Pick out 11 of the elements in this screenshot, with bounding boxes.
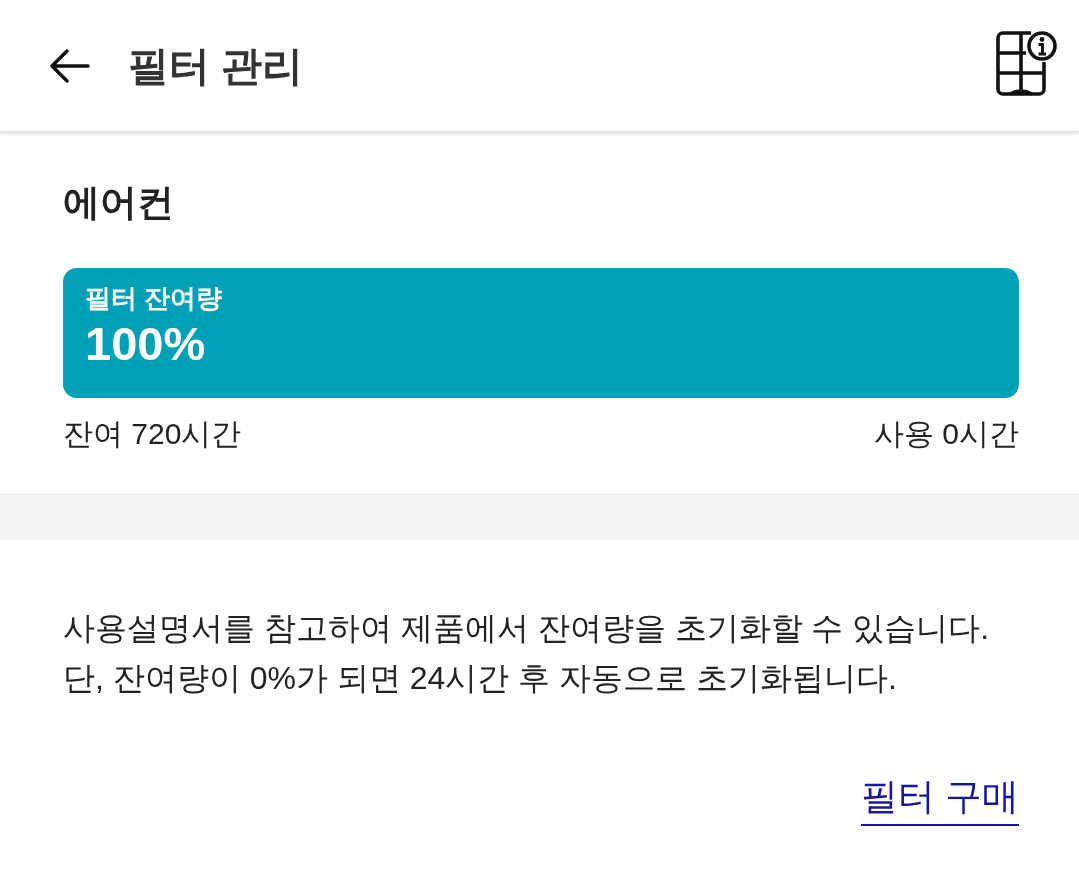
grid-info-icon[interactable] bbox=[995, 28, 1057, 97]
notice-text: 사용설명서를 참고하여 제품에서 잔여량을 초기화할 수 있습니다. bbox=[63, 609, 990, 648]
remaining-hours: 잔여 720시간 bbox=[63, 416, 242, 452]
meter-label: 필터 잔여량 bbox=[85, 282, 223, 315]
meter-value: 100% bbox=[85, 316, 206, 372]
back-arrow-icon[interactable] bbox=[48, 48, 90, 83]
notice-text: 단, 잔여량이 0%가 되면 24시간 후 자동으로 초기화됩니다. bbox=[63, 659, 897, 698]
page-title: 필터 관리 bbox=[128, 41, 305, 91]
appliance-name: 에어컨 bbox=[63, 182, 175, 224]
purchase-filter-link[interactable]: 필터 구매 bbox=[860, 774, 1019, 826]
used-hours: 사용 0시간 bbox=[873, 416, 1019, 452]
